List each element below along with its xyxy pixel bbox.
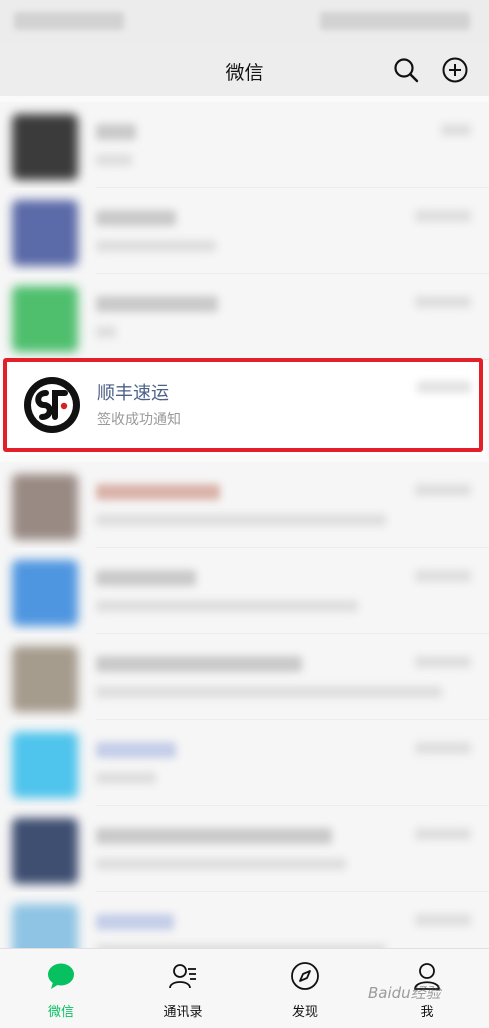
blurred-time bbox=[415, 828, 471, 840]
tab-discover[interactable]: 发现 bbox=[244, 949, 366, 1028]
person-icon bbox=[414, 963, 440, 990]
blurred-message bbox=[96, 154, 132, 166]
tab-bar: 微信 通讯录 发现 我 bbox=[0, 948, 489, 1028]
chat-preview: 签收成功通知 bbox=[97, 412, 181, 428]
chat-row-blurred[interactable] bbox=[0, 548, 489, 634]
avatar bbox=[12, 560, 78, 626]
avatar bbox=[12, 646, 78, 712]
tab-label: 发现 bbox=[291, 1005, 318, 1020]
tab-label: 微信 bbox=[47, 1005, 74, 1020]
chat-row-blurred[interactable] bbox=[0, 720, 489, 806]
blurred-message bbox=[96, 514, 386, 526]
status-bar bbox=[0, 0, 489, 44]
blurred-name bbox=[96, 210, 176, 226]
compass-icon bbox=[291, 962, 319, 990]
tab-contacts[interactable]: 通讯录 bbox=[122, 949, 244, 1028]
sf-express-logo-icon bbox=[24, 377, 80, 433]
blurred-time bbox=[415, 484, 471, 496]
blurred-message bbox=[96, 326, 116, 338]
blurred-time bbox=[415, 742, 471, 754]
blurred-message bbox=[96, 858, 346, 870]
add-circle-icon[interactable] bbox=[441, 56, 469, 84]
chat-row-blurred[interactable] bbox=[0, 102, 489, 188]
blurred-message bbox=[96, 772, 156, 784]
blurred-name bbox=[96, 124, 136, 140]
contacts-icon bbox=[169, 964, 196, 989]
blurred-time bbox=[415, 296, 471, 308]
blurred-message bbox=[96, 600, 358, 612]
blurred-name bbox=[96, 296, 218, 312]
blurred-time bbox=[415, 656, 471, 668]
blurred-time bbox=[417, 381, 471, 393]
status-left-blurred bbox=[14, 12, 124, 30]
avatar bbox=[12, 114, 78, 180]
blurred-name bbox=[96, 828, 332, 844]
blurred-name bbox=[96, 914, 174, 930]
divider bbox=[96, 359, 489, 360]
chat-row-sf-express[interactable]: 顺丰速运 签收成功通知 bbox=[4, 361, 485, 455]
chat-name: 顺丰速运 bbox=[97, 383, 169, 404]
chat-row-blurred[interactable] bbox=[0, 274, 489, 360]
tab-label: 通讯录 bbox=[163, 1005, 203, 1020]
avatar bbox=[12, 818, 78, 884]
tab-chats[interactable]: 微信 bbox=[0, 949, 122, 1028]
blurred-time bbox=[415, 210, 471, 222]
chat-row-blurred[interactable] bbox=[0, 462, 489, 548]
blurred-time bbox=[441, 124, 471, 136]
avatar bbox=[12, 286, 78, 352]
title-bar: 微信 bbox=[0, 44, 489, 96]
blurred-time bbox=[415, 570, 471, 582]
status-right-blurred bbox=[320, 12, 470, 30]
blurred-message bbox=[96, 240, 216, 252]
chat-list bbox=[0, 96, 489, 948]
avatar bbox=[12, 904, 78, 948]
blurred-time bbox=[415, 914, 471, 926]
avatar bbox=[12, 200, 78, 266]
chat-row-blurred[interactable] bbox=[0, 634, 489, 720]
tab-label: 我 bbox=[420, 1005, 434, 1020]
blurred-name bbox=[96, 570, 196, 586]
chat-bubble-icon bbox=[48, 963, 74, 989]
blurred-name bbox=[96, 484, 220, 500]
tab-me[interactable]: 我 bbox=[366, 949, 488, 1028]
chat-row-blurred[interactable] bbox=[0, 806, 489, 892]
avatar bbox=[12, 732, 78, 798]
search-icon[interactable] bbox=[392, 56, 420, 84]
chat-row-blurred[interactable] bbox=[0, 892, 489, 948]
chat-row-blurred[interactable] bbox=[0, 188, 489, 274]
blurred-name bbox=[96, 742, 176, 758]
avatar bbox=[12, 474, 78, 540]
blurred-name bbox=[96, 656, 302, 672]
blurred-message bbox=[96, 686, 442, 698]
